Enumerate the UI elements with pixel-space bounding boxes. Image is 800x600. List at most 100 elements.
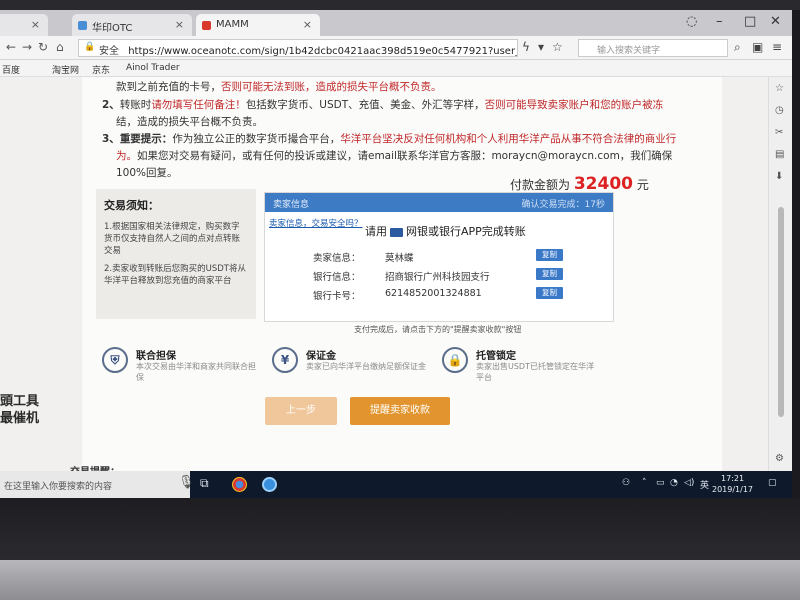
search-icon[interactable]: ⌕ [734,40,741,55]
notice-text: 如果您对交易有疑问，或有任何的投诉或建议，请email联系华洋官方客服：mora… [137,150,673,162]
dropdown-icon[interactable]: ▾ [538,40,544,54]
content-area: 款到之前充值的卡号，否则可能无法到账，造成的损失平台概不负责。 2、转账时请勿填… [82,77,722,471]
tab-strip: × 华印OTC × MAMM × ◌ – □ ✕ [0,10,792,36]
copy-button[interactable]: 复制 [536,287,563,299]
feature-title: 联合担保 [136,351,176,362]
bookmark-item[interactable]: 淘宝网 [52,63,79,76]
lock-icon: 🔒 [442,347,468,373]
url-input[interactable]: 🔒 安全 https://www.oceanotc.com/sign/1b42d… [78,39,518,57]
trade-tips-box: 交易须知： 1.根据国家相关法律规定，购买数字货币仅支持自然人之间的点对点转账交… [96,189,256,319]
forward-icon[interactable]: → [22,40,32,54]
task-view-icon[interactable]: ⧉ [200,476,209,491]
clock-time: 17:21 [720,474,745,483]
payment-prefix: 付款金额为 [510,178,571,192]
watermark: 頭工具 最催机 [0,393,39,427]
browser-globe-icon[interactable] [262,477,277,492]
close-icon[interactable]: × [303,18,312,31]
notice-text: 款到之前充值的卡号， [116,81,221,93]
row-label: 卖家信息： [313,253,361,264]
bank-card-icon [390,227,403,237]
transfer-suffix: 网银或银行APP完成转账 [406,225,526,238]
close-icon[interactable]: × [31,18,40,31]
star-icon[interactable]: ☆ [552,40,563,54]
clock-date: 2019/1/17 [712,485,754,494]
chrome-icon[interactable] [232,477,247,492]
search-placeholder: 输入搜索关键字 [597,46,661,56]
favorites-icon[interactable]: ☆ [775,83,784,94]
user-icon[interactable]: ◌ [686,14,697,29]
row-value: 招商银行广州科技园支行 [385,272,490,283]
payment-value: 32400 [573,174,633,194]
notice-warning: 为。 [116,150,137,162]
web-page: 頭工具 最催机 款到之前充值的卡号，否则可能无法到账，造成的损失平台概不负责。 … [0,77,768,471]
bookmark-item[interactable]: 京东 [92,63,110,76]
notice-line: 100%回复。 [116,165,178,182]
tools-icon[interactable]: ✂ [775,127,783,138]
taskbar-search-input[interactable]: 在这里输入你要搜索的内容 [0,471,190,498]
tab-3-label: MAMM [216,19,249,30]
feature-joint-guarantee: ⛨ 联合担保 本次交易由华洋和商家共同联合担保 [102,347,262,387]
copy-button[interactable]: 复制 [536,249,563,261]
notification-icon[interactable]: ▢ [768,478,777,488]
card-number-row: 银行卡号： 6214852001324881 复制 [313,287,563,302]
remind-seller-button[interactable]: 提醒卖家收款 [350,397,450,425]
download-icon[interactable]: ⬇ [775,171,783,182]
maximize-icon[interactable]: □ [744,14,756,29]
ime-indicator[interactable]: 英 [700,478,709,491]
volume-icon[interactable]: ◁) [684,478,694,488]
clock[interactable]: 17:21 2019/1/17 [712,473,753,495]
notice-text: 转账时 [119,99,152,111]
feature-desc: 卖家已向华洋平台缴纳足额保证金 [306,362,426,371]
notice-line: 为。如果您对交易有疑问，或有任何的投诉或建议，请email联系华洋官方客服：mo… [116,148,672,165]
tab-2-label: 华印OTC [92,23,133,34]
seller-safety-link[interactable]: 卖家信息，交易安全吗？ [269,217,363,229]
bookmark-item[interactable]: Ainol Trader [126,63,180,73]
people-icon[interactable]: ⚇ [622,478,630,488]
tips-item: 2.卖家收到转账后您购买的USDT将从华洋平台释放到您充值的商家平台 [104,264,246,286]
notes-icon[interactable]: ▤ [775,149,784,160]
home-icon[interactable]: ⌂ [56,40,64,54]
minimize-icon[interactable]: – [716,14,723,29]
watermark-line: 頭工具 [0,394,40,409]
screen: × 华印OTC × MAMM × ◌ – □ ✕ ← → ↻ ⌂ 🔒 安全 ht… [0,10,792,498]
lightning-icon[interactable]: ϟ [522,40,530,54]
extension-icon[interactable]: ▣ [752,40,763,54]
site-favicon-icon [78,21,87,30]
feature-title: 托管锁定 [476,351,516,362]
battery-icon[interactable]: ▭ [656,478,665,488]
wifi-icon[interactable]: ◔ [670,478,678,488]
previous-step-button[interactable]: 上一步 [265,397,337,425]
microphone-icon[interactable]: 🎙 [178,475,195,490]
panel-title: 卖家信息 [273,200,310,210]
feature-desc: 本次交易由华洋和商家共同联合担保 [136,362,256,382]
payment-hint: 支付完成后，请点击下方的"提醒卖家收款"按钮 [354,325,522,334]
taskbar-search-placeholder: 在这里输入你要搜索的内容 [4,482,113,492]
bookmark-item[interactable]: 百度 [2,63,20,76]
seller-name-row: 卖家信息： 莫林蝶 复制 [313,249,563,264]
tab-3[interactable]: MAMM × [196,14,320,36]
close-icon[interactable]: × [175,18,184,31]
scrollbar-thumb[interactable] [778,207,784,417]
laptop-base [0,560,800,600]
search-input[interactable]: 输入搜索关键字 [578,39,728,57]
address-toolbar: ← → ↻ ⌂ 🔒 安全 https://www.oceanotc.com/si… [0,36,792,60]
close-window-icon[interactable]: ✕ [770,14,781,29]
notice-text: 包括数字货币、USDT、充值、美金、外汇等字样， [245,99,485,111]
bank-name-row: 银行信息： 招商银行广州科技园支行 复制 [313,268,563,283]
tray-expand-icon[interactable]: ˄ [642,478,647,488]
transfer-instruction: 请用 网银或银行APP完成转账 [365,223,526,239]
copy-button[interactable]: 复制 [536,268,563,280]
row-value: 莫林蝶 [385,253,414,264]
reload-icon[interactable]: ↻ [38,40,48,54]
laptop-bezel-bottom [0,498,800,568]
menu-icon[interactable]: ≡ [772,40,782,54]
payment-unit: 元 [636,178,649,192]
tab-1[interactable]: × [0,14,48,36]
history-icon[interactable]: ◷ [775,105,784,116]
notice-number: 2、 [102,99,120,111]
back-icon[interactable]: ← [6,40,16,54]
feature-desc: 卖家出售USDT已托管锁定在华洋平台 [476,362,594,382]
tab-2[interactable]: 华印OTC × [72,14,192,36]
trade-reminder-label: 交易提醒： [70,463,120,471]
settings-icon[interactable]: ⚙ [775,453,784,464]
